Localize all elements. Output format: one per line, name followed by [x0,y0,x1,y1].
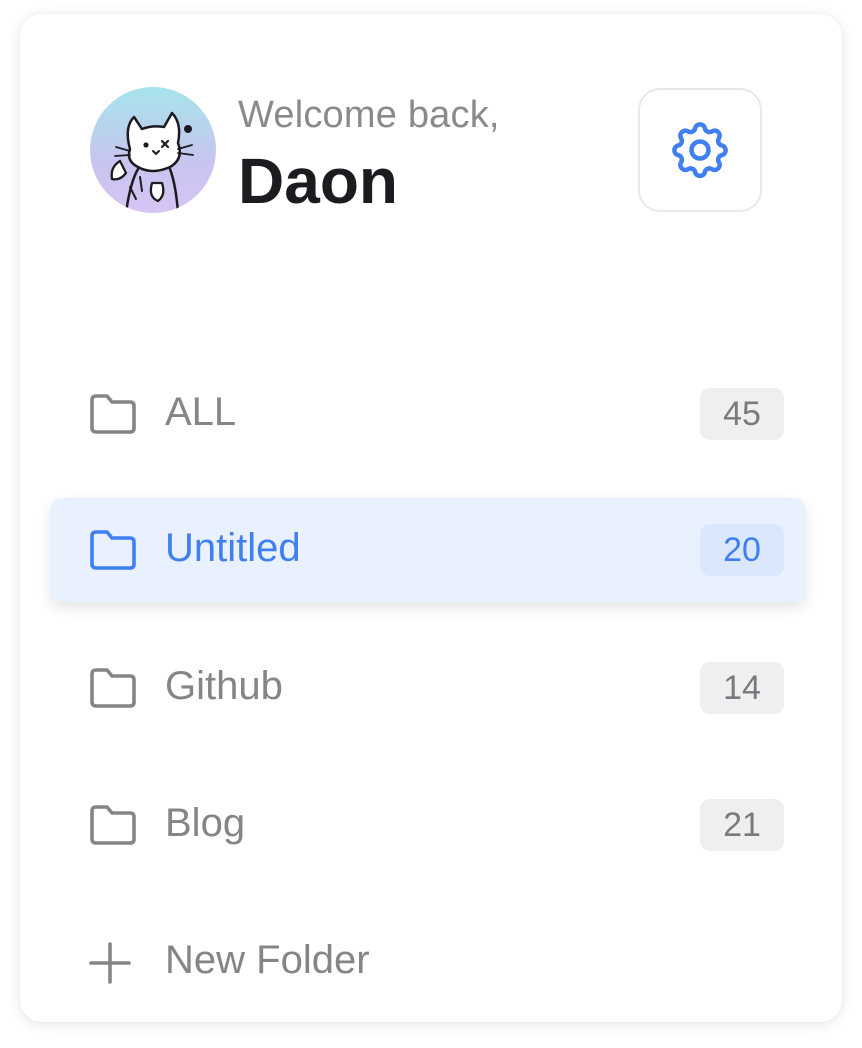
cat-avatar-icon [110,111,194,213]
plus-icon [88,941,132,985]
folder-item-blog[interactable]: Blog 21 [50,773,806,877]
folder-label: Github [165,664,283,708]
welcome-text: Welcome back, [238,94,500,136]
count-badge: 45 [700,388,784,440]
count-badge: 21 [700,799,784,851]
gear-icon [672,122,728,179]
folder-icon [88,392,138,436]
folder-item-github[interactable]: Github 14 [50,636,806,740]
folder-label: Blog [165,801,246,845]
avatar[interactable] [90,87,216,213]
folder-item-all[interactable]: ALL 45 [50,362,806,466]
new-folder-button[interactable]: New Folder [88,929,428,993]
count-badge: 20 [700,524,784,576]
folder-label: Untitled [165,526,301,570]
folder-panel: Welcome back, Daon ALL 45 Untitled 20 Gi… [20,14,842,1022]
folder-icon [88,528,138,572]
folder-label: ALL [165,390,237,434]
folder-icon [88,803,138,847]
folder-icon [88,666,138,710]
folder-item-untitled[interactable]: Untitled 20 [50,498,806,602]
settings-button[interactable] [638,88,762,212]
count-badge: 14 [700,662,784,714]
new-folder-label: New Folder [165,938,370,982]
user-name: Daon [238,145,398,217]
